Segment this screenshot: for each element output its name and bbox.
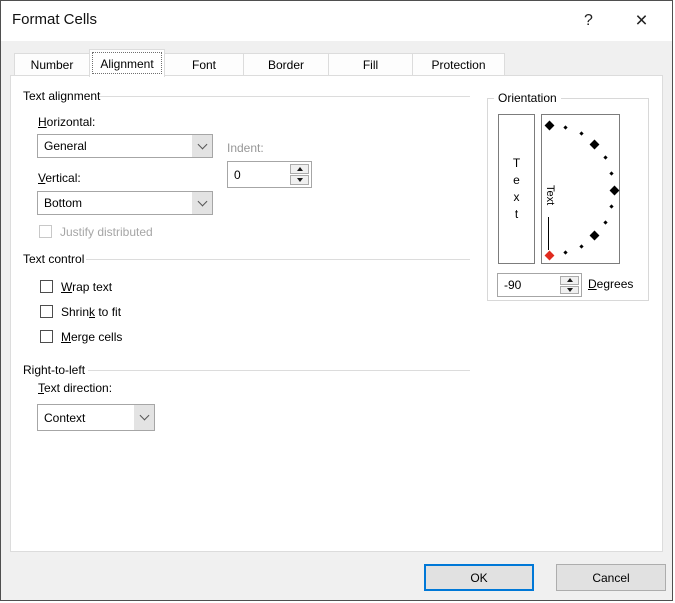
arrow-down-icon bbox=[297, 178, 303, 182]
vertical-sample-letter: t bbox=[515, 206, 518, 223]
tab-label: Border bbox=[268, 58, 304, 72]
shrink-to-fit-label: Shrink to fit bbox=[61, 305, 121, 319]
tab-label: Protection bbox=[431, 58, 485, 72]
indent-spin-up-button[interactable] bbox=[290, 164, 309, 174]
close-button[interactable]: × bbox=[619, 1, 664, 41]
arrow-up-icon bbox=[567, 278, 573, 282]
horizontal-label: Horizontal: bbox=[38, 115, 95, 129]
text-direction-combobox-value: Context bbox=[38, 405, 134, 430]
justify-distributed-checkbox[interactable] bbox=[39, 225, 52, 238]
wrap-text-label: Wrap text bbox=[61, 280, 112, 294]
section-divider bbox=[99, 96, 470, 97]
orientation-marker[interactable] bbox=[603, 220, 607, 224]
merge-cells-label: Merge cells bbox=[61, 330, 122, 344]
degrees-label: Degrees bbox=[588, 277, 633, 291]
alignment-tab-page: Text alignment Horizontal: General Inden… bbox=[10, 75, 663, 552]
help-icon: ? bbox=[584, 12, 593, 30]
merge-cells-checkbox[interactable] bbox=[40, 330, 53, 343]
cancel-button-label: Cancel bbox=[592, 571, 629, 585]
orientation-marker-selected[interactable] bbox=[544, 250, 554, 260]
ok-button-label: OK bbox=[470, 571, 487, 585]
wrap-text-checkbox-row[interactable]: Wrap text bbox=[40, 279, 112, 294]
orientation-marker[interactable] bbox=[590, 139, 600, 149]
indent-label: Indent: bbox=[227, 141, 264, 155]
tab-font[interactable]: Font bbox=[164, 53, 244, 76]
degrees-spin-buttons bbox=[560, 276, 579, 294]
text-control-section-label: Text control bbox=[23, 252, 84, 266]
orientation-vertical-sample[interactable]: Text bbox=[498, 114, 535, 264]
arrow-down-icon bbox=[567, 288, 573, 292]
text-alignment-section-label: Text alignment bbox=[23, 89, 100, 103]
indent-spinner[interactable]: 0 bbox=[227, 161, 312, 188]
ok-button[interactable]: OK bbox=[424, 564, 534, 591]
vertical-sample-letter: x bbox=[514, 189, 520, 206]
tab-protection[interactable]: Protection bbox=[412, 53, 505, 76]
section-divider bbox=[88, 370, 470, 371]
orientation-group: Orientation Text Text -90 Degrees bbox=[487, 98, 649, 301]
text-direction-combobox[interactable]: Context bbox=[37, 404, 155, 431]
degrees-spinner[interactable]: -90 bbox=[497, 273, 582, 297]
orientation-marker[interactable] bbox=[579, 132, 583, 136]
text-direction-combobox-dropdown-button[interactable] bbox=[134, 405, 154, 430]
close-icon: × bbox=[635, 9, 647, 33]
degrees-value: -90 bbox=[504, 278, 521, 292]
orientation-marker[interactable] bbox=[610, 205, 614, 209]
arrow-up-icon bbox=[297, 167, 303, 171]
tab-label: Font bbox=[192, 58, 216, 72]
vertical-combobox[interactable]: Bottom bbox=[37, 191, 213, 215]
shrink-to-fit-checkbox[interactable] bbox=[40, 305, 53, 318]
vertical-combobox-dropdown-button[interactable] bbox=[192, 192, 212, 214]
tab-number[interactable]: Number bbox=[14, 53, 90, 76]
orientation-marker[interactable] bbox=[610, 171, 614, 175]
indent-spin-buttons bbox=[290, 164, 309, 185]
degrees-spin-down-button[interactable] bbox=[560, 286, 579, 295]
chevron-down-icon bbox=[197, 196, 207, 206]
vertical-sample-letter: e bbox=[513, 172, 520, 189]
shrink-to-fit-checkbox-row[interactable]: Shrink to fit bbox=[40, 304, 121, 319]
indent-value: 0 bbox=[234, 168, 241, 182]
tab-fill[interactable]: Fill bbox=[328, 53, 413, 76]
section-divider bbox=[86, 259, 470, 260]
merge-cells-checkbox-row[interactable]: Merge cells bbox=[40, 329, 122, 344]
orientation-needle bbox=[548, 217, 549, 250]
tab-border[interactable]: Border bbox=[243, 53, 329, 76]
orientation-dial[interactable]: Text bbox=[541, 114, 620, 264]
vertical-sample-letter: T bbox=[513, 155, 520, 172]
text-direction-label: Text direction: bbox=[38, 381, 112, 395]
tab-alignment[interactable]: Alignment bbox=[89, 49, 165, 77]
horizontal-combobox-dropdown-button[interactable] bbox=[192, 135, 212, 157]
orientation-marker[interactable] bbox=[609, 185, 619, 195]
tab-label: Fill bbox=[363, 58, 378, 72]
vertical-combobox-value: Bottom bbox=[38, 192, 192, 214]
orientation-rotated-sample: Text bbox=[544, 185, 556, 205]
orientation-marker[interactable] bbox=[564, 251, 568, 255]
cancel-button[interactable]: Cancel bbox=[556, 564, 666, 591]
orientation-marker[interactable] bbox=[544, 120, 554, 130]
wrap-text-checkbox[interactable] bbox=[40, 280, 53, 293]
degrees-spin-up-button[interactable] bbox=[560, 276, 579, 285]
orientation-marker[interactable] bbox=[579, 244, 583, 248]
chevron-down-icon bbox=[197, 139, 207, 149]
titlebar: Format Cells ? × bbox=[1, 1, 672, 41]
right-to-left-section-label: Right-to-left bbox=[23, 363, 85, 377]
help-button[interactable]: ? bbox=[566, 1, 611, 41]
format-cells-dialog: Format Cells ? × Number Alignment Font B… bbox=[0, 0, 673, 601]
orientation-marker[interactable] bbox=[564, 125, 568, 129]
justify-distributed-checkbox-row[interactable]: Justify distributed bbox=[39, 224, 153, 239]
tab-label: Number bbox=[31, 58, 74, 72]
chevron-down-icon bbox=[139, 411, 149, 421]
vertical-label: Vertical: bbox=[38, 171, 81, 185]
horizontal-combobox-value: General bbox=[38, 135, 192, 157]
orientation-marker[interactable] bbox=[603, 155, 607, 159]
horizontal-combobox[interactable]: General bbox=[37, 134, 213, 158]
tab-label: Alignment bbox=[100, 57, 153, 71]
dialog-title: Format Cells bbox=[12, 11, 97, 28]
justify-distributed-label: Justify distributed bbox=[60, 225, 153, 239]
orientation-section-label: Orientation bbox=[494, 91, 561, 105]
indent-spin-down-button[interactable] bbox=[290, 175, 309, 185]
orientation-marker[interactable] bbox=[590, 231, 600, 241]
